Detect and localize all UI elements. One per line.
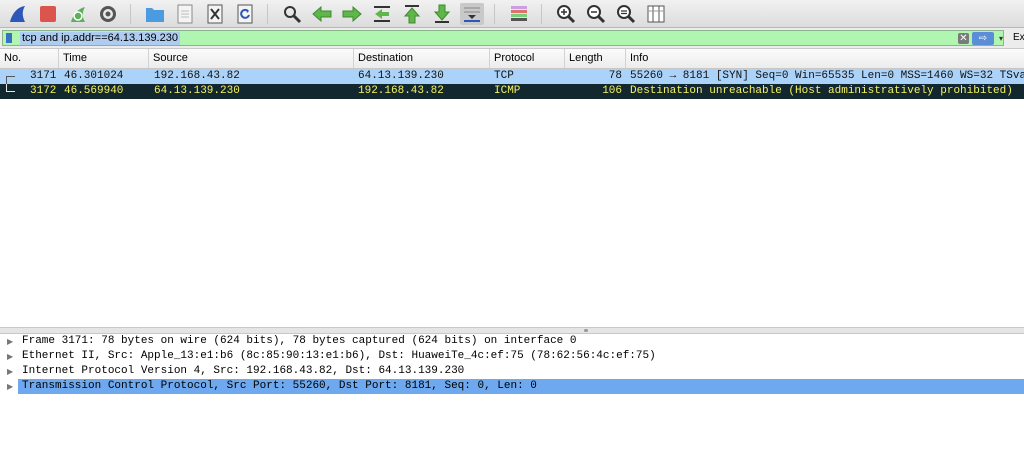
detail-tree-item-label: Frame 3171: 78 bytes on wire (624 bits),… bbox=[22, 335, 577, 347]
stop-capture-stop-square-icon[interactable] bbox=[36, 3, 60, 25]
go-back-arrow-left-icon[interactable] bbox=[310, 3, 334, 25]
packet-length: 106 bbox=[602, 85, 622, 97]
packet-time: 46.301024 bbox=[64, 70, 124, 82]
detail-tree-item-tcp[interactable]: ▶ Transmission Control Protocol, Src Por… bbox=[0, 379, 1024, 394]
packet-row[interactable]: 3172 46.569940 64.13.139.230 192.168.43.… bbox=[0, 84, 1024, 99]
expression-button[interactable]: Ex bbox=[1013, 32, 1024, 43]
toolbar-separator bbox=[494, 3, 495, 24]
start-capture-shark-fin-icon[interactable] bbox=[6, 3, 30, 25]
reload-file-icon[interactable] bbox=[233, 3, 257, 25]
packet-length: 78 bbox=[608, 70, 622, 82]
expand-triangle-icon[interactable]: ▶ bbox=[7, 364, 13, 379]
packet-info: 55260 → 8181 [SYN] Seq=0 Win=65535 Len=0… bbox=[630, 70, 1024, 82]
packet-protocol: TCP bbox=[494, 70, 514, 82]
go-forward-arrow-right-icon[interactable] bbox=[340, 3, 364, 25]
zoom-reset-icon[interactable] bbox=[614, 3, 638, 25]
packet-details-pane: ▶ Frame 3171: 78 bytes on wire (624 bits… bbox=[0, 334, 1024, 454]
detail-tree-item-label: Internet Protocol Version 4, Src: 192.16… bbox=[22, 365, 465, 377]
expand-triangle-icon[interactable]: ▶ bbox=[7, 349, 13, 364]
detail-tree-item-ipv4[interactable]: ▶ Internet Protocol Version 4, Src: 192.… bbox=[0, 364, 1024, 379]
find-packet-magnifier-icon[interactable] bbox=[280, 3, 304, 25]
splitter-grip-icon[interactable] bbox=[584, 329, 588, 332]
apply-filter-arrow-icon[interactable]: ⇨ bbox=[972, 32, 994, 45]
packet-destination: 192.168.43.82 bbox=[358, 85, 444, 97]
column-header-no[interactable]: No. bbox=[0, 49, 59, 68]
packet-source: 192.168.43.82 bbox=[154, 70, 240, 82]
column-header-source[interactable]: Source bbox=[149, 49, 354, 68]
column-header-info[interactable]: Info bbox=[626, 49, 1024, 68]
packet-time: 46.569940 bbox=[64, 85, 124, 97]
detail-tree-item-frame[interactable]: ▶ Frame 3171: 78 bytes on wire (624 bits… bbox=[0, 334, 1024, 349]
packet-row[interactable]: 3171 46.301024 192.168.43.82 64.13.139.2… bbox=[0, 69, 1024, 84]
toolbar-separator bbox=[130, 3, 131, 24]
display-filter-text[interactable]: tcp and ip.addr==64.13.139.230 bbox=[20, 32, 180, 45]
colorize-packet-list-icon[interactable] bbox=[507, 3, 531, 25]
packet-protocol: ICMP bbox=[494, 85, 521, 97]
last-packet-arrow-down-icon[interactable] bbox=[430, 3, 454, 25]
toolbar-separator bbox=[541, 3, 542, 24]
display-filter-bar: tcp and ip.addr==64.13.139.230 ✕ ⇨ ▾ Ex bbox=[0, 28, 1024, 49]
detail-tree-item-label: Ethernet II, Src: Apple_13:e1:b6 (8c:85:… bbox=[22, 350, 656, 362]
detail-tree-item-ethernet[interactable]: ▶ Ethernet II, Src: Apple_13:e1:b6 (8c:8… bbox=[0, 349, 1024, 364]
zoom-out-icon[interactable] bbox=[584, 3, 608, 25]
filter-bookmark-icon[interactable] bbox=[6, 33, 12, 43]
restart-capture-restart-fin-icon[interactable] bbox=[66, 3, 90, 25]
go-to-packet-icon[interactable] bbox=[370, 3, 394, 25]
clear-filter-icon[interactable]: ✕ bbox=[958, 33, 969, 44]
column-header-time[interactable]: Time bbox=[59, 49, 149, 68]
expand-triangle-icon[interactable]: ▶ bbox=[7, 334, 13, 349]
expand-triangle-icon[interactable]: ▶ bbox=[7, 379, 13, 394]
zoom-in-icon[interactable] bbox=[554, 3, 578, 25]
column-header-length[interactable]: Length bbox=[565, 49, 626, 68]
save-file-icon[interactable] bbox=[173, 3, 197, 25]
conversation-bracket bbox=[6, 76, 15, 84]
filter-history-chevron-down-icon[interactable]: ▾ bbox=[996, 32, 1006, 45]
autoscroll-icon[interactable] bbox=[460, 2, 484, 25]
toolbar-separator bbox=[267, 3, 268, 24]
packet-list: No. Time Source Destination Protocol Len… bbox=[0, 49, 1024, 327]
display-filter-input[interactable]: tcp and ip.addr==64.13.139.230 ✕ ⇨ ▾ bbox=[2, 30, 1004, 46]
main-toolbar bbox=[0, 0, 1024, 28]
packet-info: Destination unreachable (Host administra… bbox=[630, 85, 1013, 97]
resize-columns-icon[interactable] bbox=[644, 3, 668, 25]
packet-no: 3171 bbox=[30, 70, 57, 82]
packet-list-header: No. Time Source Destination Protocol Len… bbox=[0, 49, 1024, 69]
column-header-protocol[interactable]: Protocol bbox=[490, 49, 565, 68]
packet-destination: 64.13.139.230 bbox=[358, 70, 444, 82]
conversation-bracket bbox=[6, 84, 15, 92]
detail-tree-item-label: Transmission Control Protocol, Src Port:… bbox=[22, 380, 537, 392]
first-packet-arrow-up-icon[interactable] bbox=[400, 3, 424, 25]
packet-source: 64.13.139.230 bbox=[154, 85, 240, 97]
capture-options-gear-icon[interactable] bbox=[96, 3, 120, 25]
open-file-folder-icon[interactable] bbox=[143, 3, 167, 25]
pane-splitter[interactable] bbox=[0, 327, 1024, 334]
close-file-icon[interactable] bbox=[203, 3, 227, 25]
column-header-destination[interactable]: Destination bbox=[354, 49, 490, 68]
packet-no: 3172 bbox=[30, 85, 57, 97]
